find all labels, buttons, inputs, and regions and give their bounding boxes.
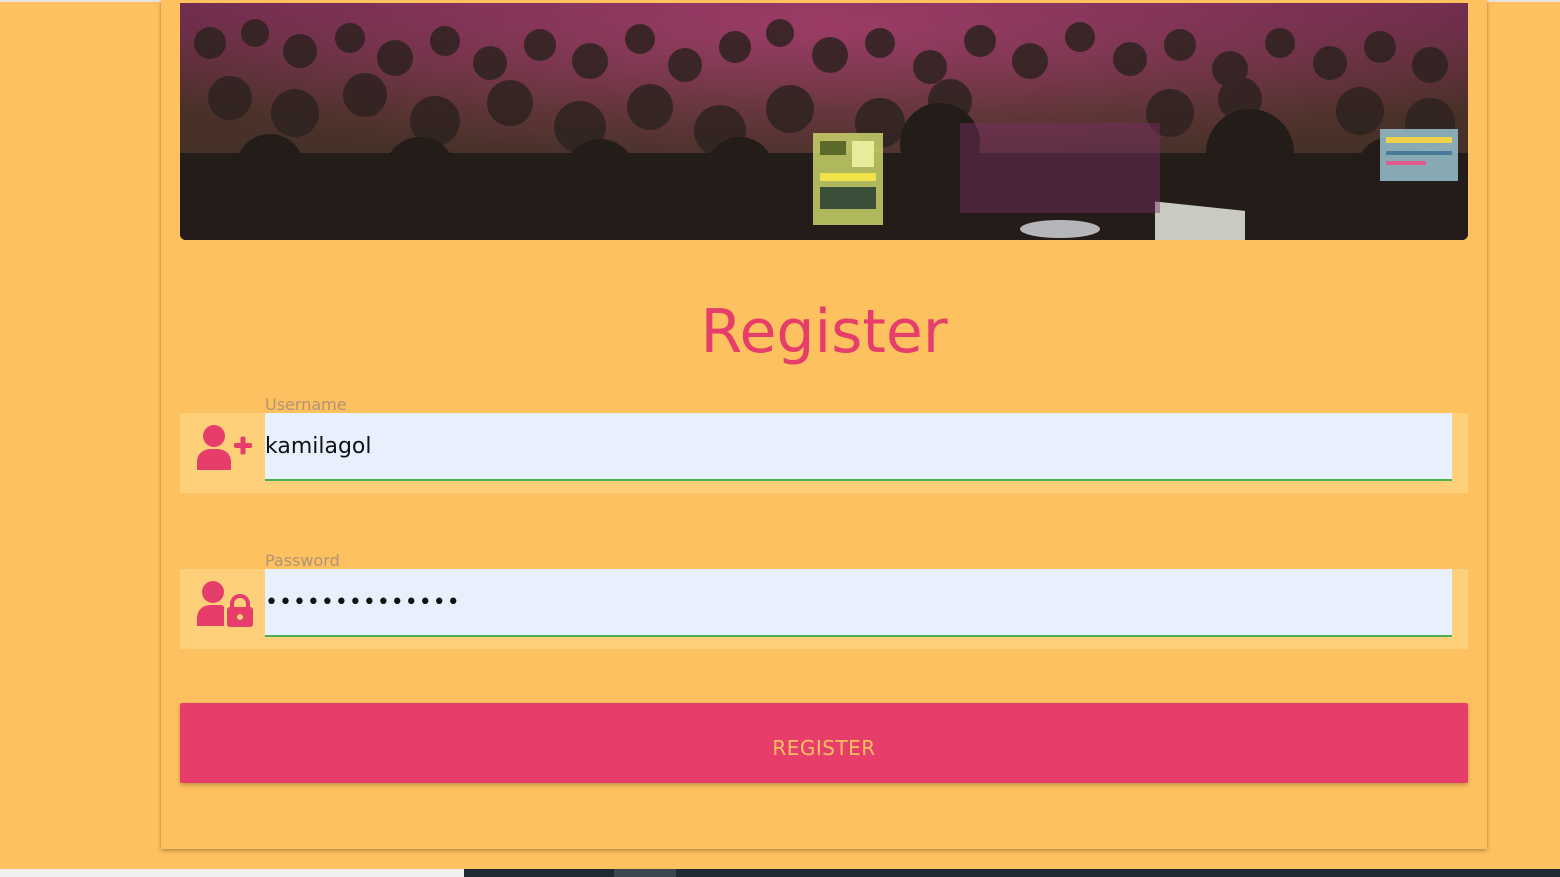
username-label: Username	[265, 395, 347, 414]
user-plus-icon	[196, 424, 256, 472]
username-input[interactable]: kamilagol	[265, 413, 1452, 481]
register-button[interactable]: REGISTER	[180, 703, 1468, 783]
password-row: ••••••••••••••	[180, 569, 1468, 649]
password-label: Password	[265, 551, 340, 570]
password-value: ••••••••••••••	[265, 590, 461, 615]
username-value: kamilagol	[265, 434, 372, 459]
page-title: Register	[700, 297, 948, 367]
password-input[interactable]: ••••••••••••••	[265, 569, 1452, 637]
register-card: Register Username kamilagol Password •••…	[161, 0, 1487, 849]
user-lock-icon	[196, 580, 256, 628]
username-row: kamilagol	[180, 413, 1468, 493]
taskbar-app-slot[interactable]	[614, 869, 676, 877]
taskbar-left	[0, 869, 464, 877]
page: Register Username kamilagol Password •••…	[0, 0, 1560, 877]
hero-image	[180, 3, 1468, 240]
